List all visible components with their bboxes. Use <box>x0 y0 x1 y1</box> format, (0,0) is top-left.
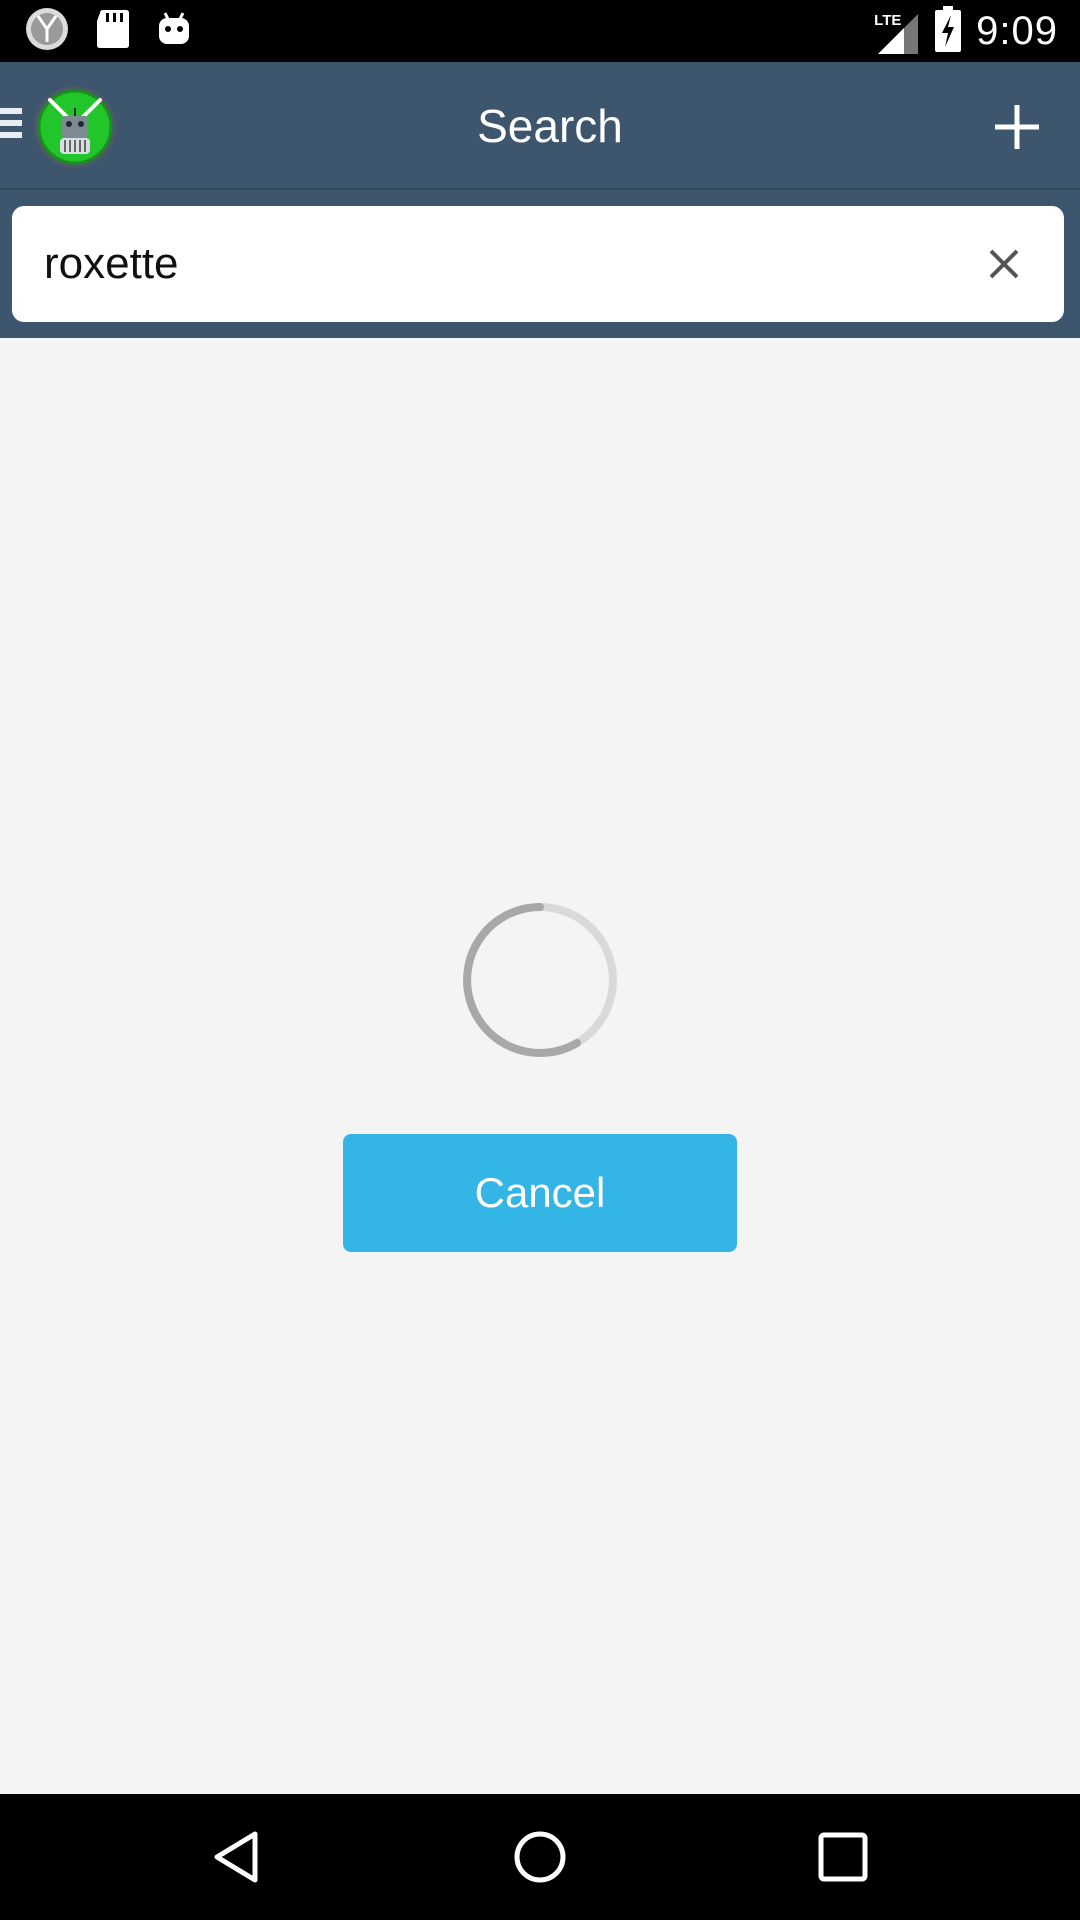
search-bar-container <box>0 190 1080 338</box>
notification-icons <box>24 8 192 54</box>
home-icon <box>514 1831 566 1883</box>
android-icon <box>156 11 192 51</box>
plus-icon <box>995 105 1039 149</box>
app-bar: Search <box>0 62 1080 190</box>
page-title: Search <box>477 100 623 152</box>
clear-search-button[interactable] <box>974 234 1034 294</box>
cancel-button[interactable]: Cancel <box>343 1134 737 1252</box>
back-button[interactable] <box>203 1823 271 1891</box>
hamburger-menu-icon[interactable] <box>0 108 22 142</box>
sd-card-icon <box>96 9 130 53</box>
main-content: Cancel <box>0 338 1080 1794</box>
search-box <box>12 206 1064 322</box>
loading-spinner <box>458 898 622 1062</box>
status-bar: LTE 9:09 <box>0 0 1080 62</box>
clock-app-icon <box>24 6 70 56</box>
close-icon <box>989 249 1019 279</box>
navigation-bar <box>0 1794 1080 1920</box>
recents-button[interactable] <box>809 1823 877 1891</box>
signal-icon: LTE <box>874 8 920 54</box>
battery-charging-icon <box>934 6 962 56</box>
system-status-icons: LTE 9:09 <box>874 0 1058 62</box>
home-button[interactable] <box>506 1823 574 1891</box>
add-button[interactable] <box>976 86 1058 168</box>
search-input[interactable] <box>32 206 932 322</box>
app-logo[interactable] <box>32 84 118 170</box>
back-icon <box>214 1831 258 1883</box>
clock-time: 9:09 <box>976 8 1058 53</box>
recents-icon <box>818 1832 868 1882</box>
